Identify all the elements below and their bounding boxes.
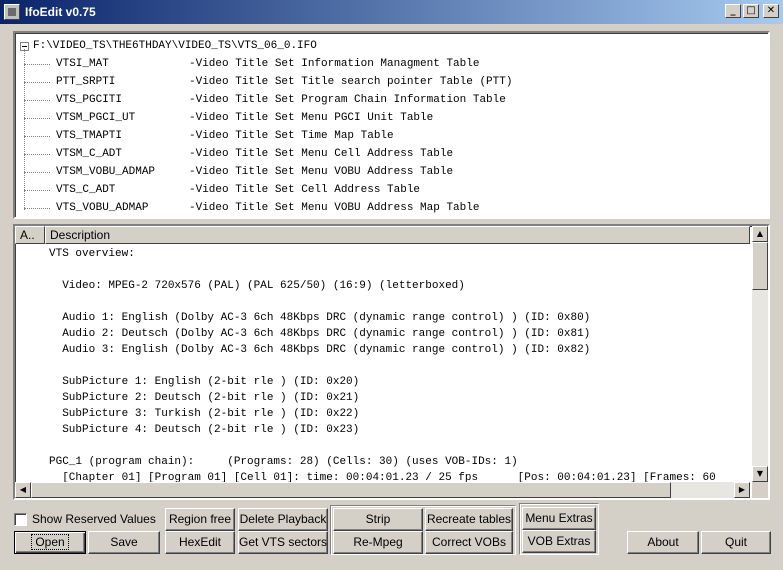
tree-root-label[interactable]: F:\VIDEO_TS\THE6THDAY\VIDEO_TS\VTS_06_0.… [33, 40, 317, 52]
window-controls: _ □ ✕ [725, 4, 779, 18]
description-line: Video: MPEG-2 720x576 (PAL) (PAL 625/50)… [49, 280, 465, 292]
hexedit-button[interactable]: HexEdit [165, 531, 235, 554]
tree-item-vtsm-pgci-ut[interactable]: VTSM_PGCI_UT -Video Title Set Menu PGCI U… [24, 109, 433, 127]
strip-button[interactable]: Strip [333, 508, 423, 531]
description-line: Audio 3: English (Dolby AC-3 6ch 48Kbps … [49, 344, 591, 356]
tree-item-vtsm-c-adt[interactable]: VTSM_C_ADT -Video Title Set Menu Cell Add… [24, 145, 453, 163]
scroll-down-button[interactable]: ▼ [752, 466, 768, 482]
scroll-corner [752, 482, 768, 498]
tree-item-desc: -Video Title Set Title search pointer Ta… [189, 76, 513, 88]
tree-item-name: VTSM_PGCI_UT [56, 112, 136, 124]
description-text: VTS overview: Video: MPEG-2 720x576 (PAL… [15, 244, 750, 482]
save-button[interactable]: Save [88, 531, 160, 554]
maximize-button[interactable]: □ [743, 4, 759, 18]
column-header-description[interactable]: Description [45, 226, 750, 244]
region-free-button[interactable]: Region free [165, 508, 235, 531]
tree-item-desc: -Video Title Set Menu Cell Address Table [189, 148, 454, 160]
menu-extras-button[interactable]: Menu Extras [522, 507, 596, 530]
show-reserved-checkbox[interactable] [14, 512, 27, 526]
delete-playback-button[interactable]: Delete Playback [238, 508, 328, 531]
tree-item-vts-c-adt[interactable]: VTS_C_ADT -Video Title Set Cell Address T… [24, 181, 420, 199]
tree-item-name: PTT_SRPTI [56, 76, 116, 88]
description-line: SubPicture 3: Turkish (2-bit rle ) (ID: … [49, 408, 360, 420]
ifo-tree-view[interactable]: F:\VIDEO_TS\THE6THDAY\VIDEO_TS\VTS_06_0.… [13, 31, 770, 219]
tree-item-desc: -Video Title Set Cell Address Table [189, 184, 421, 196]
tree-item-desc: -Video Title Set Program Chain Informati… [189, 94, 506, 106]
tree-item-vtsm-vobu-admap[interactable]: VTSM_VOBU_ADMAP -Video Title Set Menu VOB… [24, 163, 453, 181]
vob-extras-button[interactable]: VOB Extras [522, 530, 596, 553]
vertical-scroll-thumb[interactable] [752, 242, 768, 290]
column-header-address[interactable]: A.. [15, 226, 45, 244]
tree-item-name: VTS_C_ADT [56, 184, 116, 196]
list-header: A.. Description [15, 226, 750, 244]
scroll-right-button[interactable]: ▶ [734, 482, 750, 498]
tree-item-desc: -Video Title Set Time Map Table [189, 130, 394, 142]
tree-item-vts-pgciti[interactable]: VTS_PGCITI -Video Title Set Program Chain… [24, 91, 506, 109]
about-button[interactable]: About [627, 531, 699, 554]
description-line: Audio 1: English (Dolby AC-3 6ch 48Kbps … [49, 312, 591, 324]
tree-item-desc: -Video Title Set Menu VOBU Address Table [189, 166, 454, 178]
tree-item-vts-vobu-admap[interactable]: VTS_VOBU_ADMAP -Video Title Set Menu VOBU… [24, 199, 479, 217]
window-title: IfoEdit v0.75 [25, 5, 96, 19]
description-line: VTS overview: [49, 248, 135, 260]
tree-item-name: VTS_VOBU_ADMAP [56, 202, 149, 214]
description-line: [Chapter 01] [Program 01] [Cell 01]: tim… [49, 472, 716, 482]
vertical-scrollbar[interactable]: ▲ ▼ [752, 226, 768, 482]
description-list-view[interactable]: A.. Description VTS overview: Video: MPE… [13, 224, 770, 500]
open-button[interactable]: Open [14, 531, 86, 554]
tree-item-ptt-srpti[interactable]: PTT_SRPTI -Video Title Set Title search p… [24, 73, 512, 91]
tree-item-name: VTSI_MAT [56, 58, 109, 70]
show-reserved-checkbox-row[interactable]: Show Reserved Values [14, 512, 156, 526]
tree-item-vtsi-mat[interactable]: VTSI_MAT -Video Title Set Information Man… [24, 55, 479, 73]
minimize-button[interactable]: _ [725, 4, 741, 18]
tree-item-vts-tmapti[interactable]: VTS_TMAPTI -Video Title Set Time Map Tabl… [24, 127, 394, 145]
correct-vobs-button[interactable]: Correct VOBs [425, 531, 513, 554]
quit-button[interactable]: Quit [701, 531, 771, 554]
description-line: SubPicture 2: Deutsch (2-bit rle ) (ID: … [49, 392, 360, 404]
description-line: SubPicture 4: Deutsch (2-bit rle ) (ID: … [49, 424, 360, 436]
description-line: PGC_1 (program chain): (Programs: 28) (C… [49, 456, 518, 468]
scroll-left-button[interactable]: ◀ [15, 482, 31, 498]
horizontal-scrollbar[interactable]: ◀ ▶ [15, 482, 750, 498]
description-line: Audio 2: Deutsch (Dolby AC-3 6ch 48Kbps … [49, 328, 591, 340]
show-reserved-label[interactable]: Show Reserved Values [32, 512, 156, 526]
recreate-tables-button[interactable]: Recreate tables [425, 508, 513, 531]
get-vts-sectors-button[interactable]: Get VTS sectors [238, 531, 328, 554]
tree-item-desc: -Video Title Set Information Managment T… [189, 58, 480, 70]
app-icon [4, 4, 20, 20]
tree-item-desc: -Video Title Set Menu PGCI Unit Table [189, 112, 434, 124]
close-button[interactable]: ✕ [763, 4, 779, 18]
tree-item-name: VTSM_VOBU_ADMAP [56, 166, 156, 178]
tree-item-name: VTSM_C_ADT [56, 148, 123, 160]
tree-root-node[interactable]: F:\VIDEO_TS\THE6THDAY\VIDEO_TS\VTS_06_0.… [20, 39, 317, 53]
re-mpeg-button[interactable]: Re-Mpeg [333, 531, 423, 554]
tree-item-name: VTS_PGCITI [56, 94, 123, 106]
tree-item-desc: -Video Title Set Menu VOBU Address Map T… [189, 202, 480, 214]
horizontal-scroll-thumb[interactable] [31, 482, 671, 498]
description-line: SubPicture 1: English (2-bit rle ) (ID: … [49, 376, 360, 388]
title-bar: IfoEdit v0.75 _ □ ✕ [0, 0, 783, 24]
tree-item-name: VTS_TMAPTI [56, 130, 123, 142]
open-button-label: Open [31, 534, 69, 550]
scroll-up-button[interactable]: ▲ [752, 226, 768, 242]
